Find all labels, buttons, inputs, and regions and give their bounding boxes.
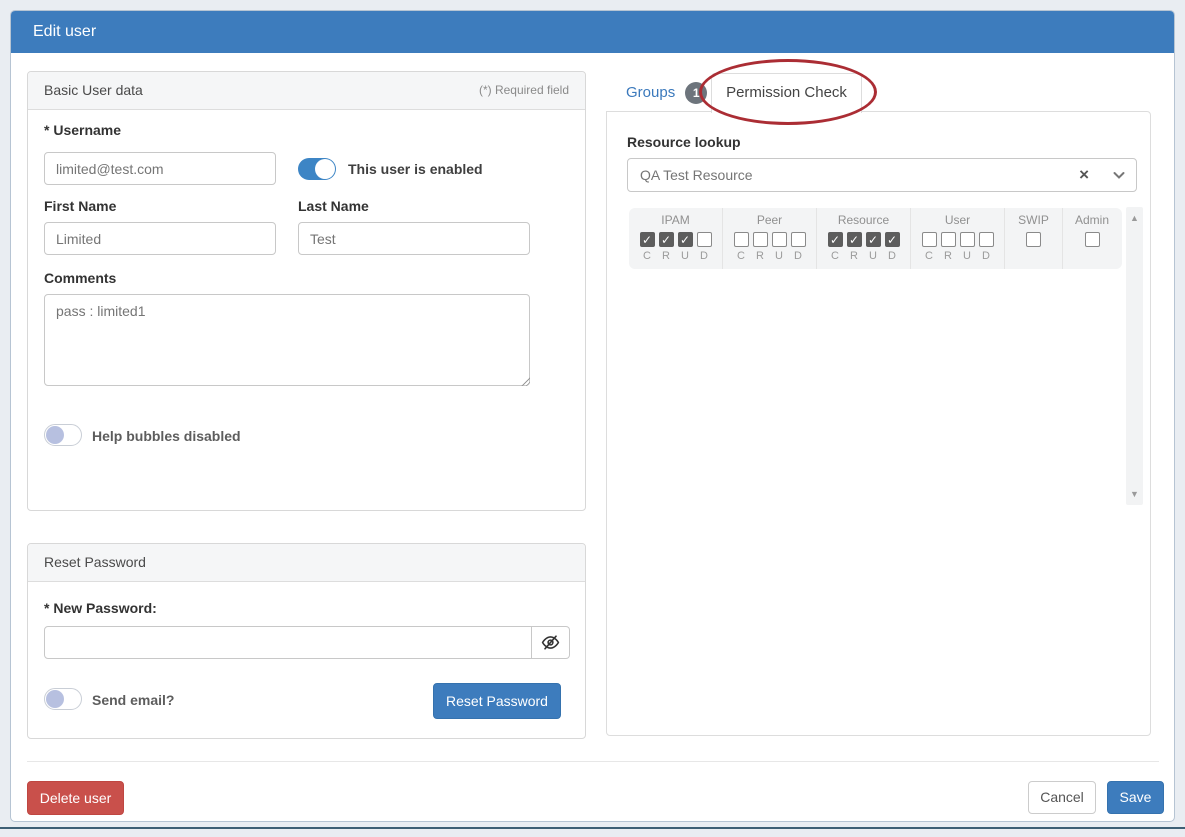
perm-col-swip: SWIP xyxy=(1005,208,1063,269)
checked-checkbox[interactable]: ✓ xyxy=(885,232,900,247)
toggle-password-visibility-button[interactable] xyxy=(532,626,570,659)
crud-letters: CRUD xyxy=(723,250,816,262)
user-enabled-label: This user is enabled xyxy=(348,161,483,177)
perm-col-name: SWIP xyxy=(1005,213,1062,227)
tab-groups[interactable]: Groups 1 xyxy=(626,82,707,104)
resource-lookup-value: QA Test Resource xyxy=(640,167,1079,183)
permission-table: IPAM ✓ ✓ ✓ CRUD Peer CRUD Resource ✓ ✓ ✓ ✓ CRUD User C… xyxy=(629,208,1122,269)
perm-col-name: IPAM xyxy=(629,213,722,227)
scroll-up-icon[interactable]: ▲ xyxy=(1126,213,1143,223)
perm-col-peer: Peer CRUD xyxy=(723,208,817,269)
tab-permission-check[interactable]: Permission Check xyxy=(711,73,862,113)
unchecked-checkbox[interactable] xyxy=(1026,232,1041,247)
toggle-knob xyxy=(315,159,335,179)
eye-slash-icon xyxy=(541,633,560,652)
clear-selection-icon[interactable]: × xyxy=(1079,165,1089,185)
new-password-label: * New Password: xyxy=(44,600,157,616)
new-password-group xyxy=(44,626,570,659)
edit-user-dialog: Edit user Basic User data (*) Required f… xyxy=(10,10,1175,822)
unchecked-checkbox[interactable] xyxy=(960,232,975,247)
unchecked-checkbox[interactable] xyxy=(1085,232,1100,247)
basic-card-title: Basic User data xyxy=(44,72,143,109)
resource-lookup-select[interactable]: QA Test Resource × xyxy=(627,158,1137,192)
username-label: * Username xyxy=(44,122,121,138)
unchecked-checkbox[interactable] xyxy=(734,232,749,247)
checked-checkbox[interactable]: ✓ xyxy=(678,232,693,247)
cancel-button[interactable]: Cancel xyxy=(1028,781,1096,814)
edit-user-screen: Edit user Basic User data (*) Required f… xyxy=(0,0,1185,837)
unchecked-checkbox[interactable] xyxy=(791,232,806,247)
vertical-scrollbar[interactable]: ▲ ▼ xyxy=(1126,207,1143,505)
last-name-input[interactable] xyxy=(298,222,530,255)
perm-col-name: Resource xyxy=(817,213,910,227)
reset-card-header: Reset Password xyxy=(28,544,585,582)
chevron-down-icon[interactable] xyxy=(1111,167,1127,183)
perm-col-name: Admin xyxy=(1063,213,1121,227)
perm-col-resource: Resource ✓ ✓ ✓ ✓ CRUD xyxy=(817,208,911,269)
first-name-input[interactable] xyxy=(44,222,276,255)
delete-user-button[interactable]: Delete user xyxy=(27,781,124,815)
perm-col-name: User xyxy=(911,213,1004,227)
reset-card-title: Reset Password xyxy=(44,544,146,581)
perm-col-user: User CRUD xyxy=(911,208,1005,269)
user-enabled-toggle[interactable] xyxy=(298,158,336,180)
unchecked-checkbox[interactable] xyxy=(941,232,956,247)
groups-tab-label: Groups xyxy=(626,84,675,101)
send-email-toggle[interactable] xyxy=(44,688,82,710)
checked-checkbox[interactable]: ✓ xyxy=(659,232,674,247)
basic-card-header: Basic User data (*) Required field xyxy=(28,72,585,110)
save-button[interactable]: Save xyxy=(1107,781,1164,814)
checked-checkbox[interactable]: ✓ xyxy=(828,232,843,247)
scroll-down-icon[interactable]: ▼ xyxy=(1126,489,1143,499)
help-bubbles-toggle[interactable] xyxy=(44,424,82,446)
new-password-input[interactable] xyxy=(44,626,532,659)
unchecked-checkbox[interactable] xyxy=(772,232,787,247)
groups-count-badge: 1 xyxy=(685,82,707,104)
permission-check-panel: Resource lookup QA Test Resource × IPAM ✓… xyxy=(606,111,1151,736)
tabs-row: Groups 1 xyxy=(606,73,707,112)
unchecked-checkbox[interactable] xyxy=(697,232,712,247)
help-bubbles-label: Help bubbles disabled xyxy=(92,428,241,444)
comments-textarea[interactable]: pass : limited1 xyxy=(44,294,530,386)
basic-user-data-card: Basic User data (*) Required field * Use… xyxy=(27,71,586,511)
required-field-note: (*) Required field xyxy=(479,72,569,109)
toggle-knob xyxy=(46,690,64,708)
unchecked-checkbox[interactable] xyxy=(753,232,768,247)
crud-letters: CRUD xyxy=(817,250,910,262)
dialog-title: Edit user xyxy=(11,11,1174,53)
reset-password-card: Reset Password * New Password: Send emai… xyxy=(27,543,586,739)
bottom-edge-line xyxy=(0,827,1185,829)
checked-checkbox[interactable]: ✓ xyxy=(640,232,655,247)
perm-col-admin: Admin xyxy=(1063,208,1121,269)
toggle-knob xyxy=(46,426,64,444)
footer-divider xyxy=(27,761,1159,762)
send-email-label: Send email? xyxy=(92,692,174,708)
checked-checkbox[interactable]: ✓ xyxy=(847,232,862,247)
crud-letters: CRUD xyxy=(629,250,722,262)
last-name-label: Last Name xyxy=(298,198,369,214)
unchecked-checkbox[interactable] xyxy=(922,232,937,247)
crud-letters: CRUD xyxy=(911,250,1004,262)
checked-checkbox[interactable]: ✓ xyxy=(866,232,881,247)
perm-col-ipam: IPAM ✓ ✓ ✓ CRUD xyxy=(629,208,723,269)
unchecked-checkbox[interactable] xyxy=(979,232,994,247)
perm-col-name: Peer xyxy=(723,213,816,227)
first-name-label: First Name xyxy=(44,198,116,214)
reset-password-button[interactable]: Reset Password xyxy=(433,683,561,719)
username-input[interactable] xyxy=(44,152,276,185)
resource-lookup-label: Resource lookup xyxy=(627,134,741,150)
comments-label: Comments xyxy=(44,270,116,286)
